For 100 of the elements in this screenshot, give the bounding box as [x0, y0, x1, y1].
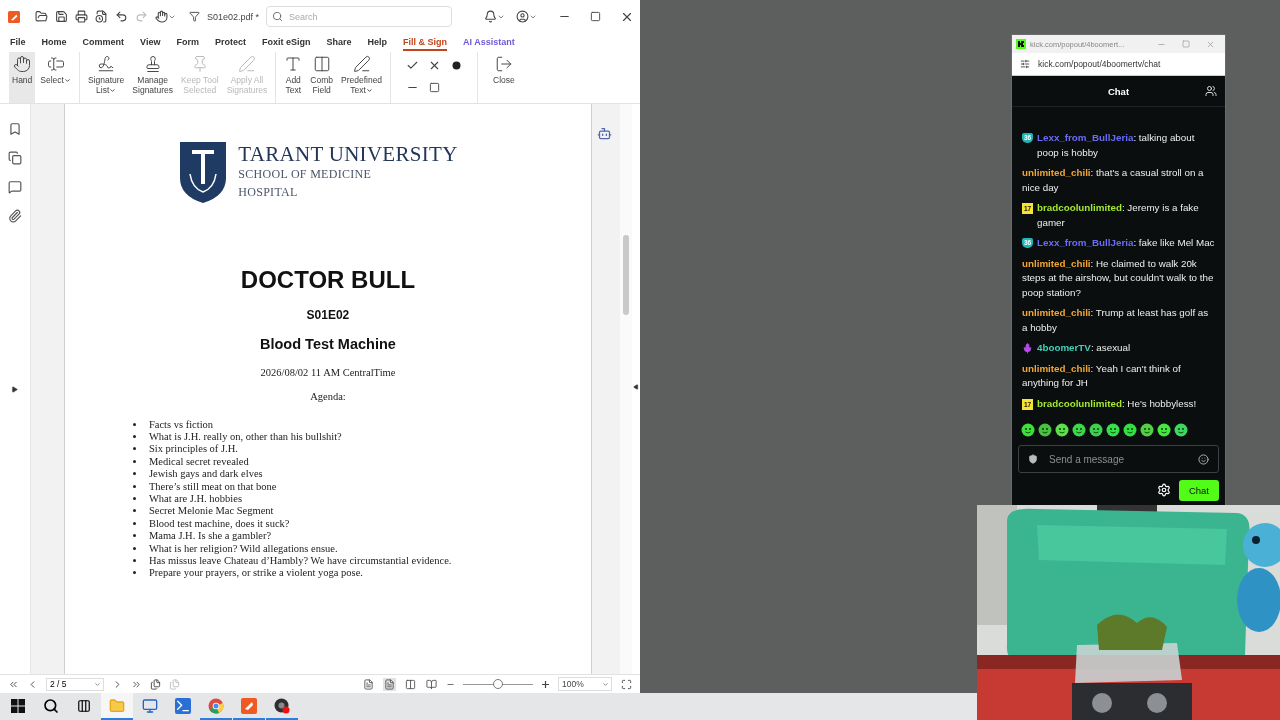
caret-icon: [365, 87, 373, 95]
emoji-icon[interactable]: [1198, 453, 1209, 465]
continuous-view-button[interactable]: [383, 677, 396, 691]
agenda-item: Jewish gays and dark elves: [148, 468, 263, 480]
menu-tab[interactable]: Home: [41, 34, 67, 51]
ribbon-tool-button[interactable]: Comb Field: [307, 52, 336, 103]
expand-handle-icon[interactable]: [11, 386, 19, 393]
pages-icon[interactable]: [7, 151, 22, 165]
browser-icon: [208, 697, 224, 714]
hand-icon[interactable]: [155, 10, 168, 23]
chat-message: bradcoolunlimited: Jeremy is a fake gamer: [1037, 201, 1200, 230]
zoom-field[interactable]: 100%: [558, 677, 612, 691]
document-title: DOCTOR BULL: [240, 266, 416, 294]
bullet: [132, 521, 136, 525]
emote-icon[interactable]: [1157, 423, 1171, 437]
menu-tab[interactable]: Foxit eSign: [261, 34, 311, 51]
site-settings-icon[interactable]: [1020, 59, 1030, 69]
menu-tab[interactable]: Fill & Sign: [402, 34, 447, 51]
menu-tab[interactable]: Form: [176, 34, 199, 51]
emote-icon[interactable]: [1123, 423, 1137, 437]
chat-message: unlimited_chili: that's a casual stroll on a nice day: [1022, 166, 1205, 195]
ribbon-tool-button[interactable]: Add Text: [281, 52, 306, 103]
collapse-handle-icon[interactable]: [633, 384, 639, 390]
dot-tool[interactable]: [451, 60, 461, 70]
pages-icon[interactable]: [150, 678, 161, 690]
ribbon-tool-button[interactable]: Select: [37, 52, 74, 103]
chat-send-button[interactable]: Chat: [1178, 479, 1219, 501]
zoom-in-button[interactable]: [541, 679, 550, 689]
menu-tab[interactable]: File: [10, 34, 26, 51]
site-logo: [1016, 39, 1026, 49]
bullet: [132, 459, 136, 463]
menu-tab[interactable]: View: [140, 34, 161, 51]
agenda-item: Six principles of J.H.: [148, 443, 238, 455]
shield-icon[interactable]: [1028, 454, 1038, 464]
page-number-field[interactable]: 2 / 5: [46, 677, 104, 691]
settings-icon[interactable]: [1156, 483, 1171, 497]
ribbon-tool-button[interactable]: Close: [490, 52, 518, 103]
menu-tab[interactable]: Protect: [214, 34, 246, 51]
emote-icon[interactable]: [1021, 423, 1035, 437]
monitor-icon: [142, 697, 158, 714]
fullscreen-button[interactable]: [621, 678, 632, 690]
exit-icon: [494, 55, 513, 73]
users-icon[interactable]: [1205, 85, 1217, 97]
ribbon-tool-button[interactable]: Signature List: [84, 52, 128, 103]
search-field[interactable]: Search: [266, 6, 453, 27]
pen-icon: [237, 55, 256, 73]
message-input[interactable]: Send a message: [1018, 445, 1219, 473]
emote-icon[interactable]: [1140, 423, 1154, 437]
assistant-icon[interactable]: [597, 126, 613, 141]
bookmark-icon[interactable]: [7, 122, 22, 136]
ribbon-tool-button[interactable]: Predefined Text: [337, 52, 386, 103]
undo-icon[interactable]: [115, 10, 128, 23]
zoom-slider-thumb[interactable]: [493, 679, 503, 689]
chat-message: Lexx_from_BullJeria: talking about poop is hobby: [1037, 131, 1196, 160]
menu-tab[interactable]: Share: [326, 34, 352, 51]
stamp-icon: [143, 55, 162, 73]
emote-icon[interactable]: [1089, 423, 1103, 437]
ai-assistant-tab[interactable]: AI Assistant: [462, 34, 515, 51]
chat-message: unlimited_chili: Yeah I can't think of anything for JH: [1022, 361, 1182, 390]
emote-icon[interactable]: [1106, 423, 1120, 437]
emote-icon[interactable]: [1072, 423, 1086, 437]
bell-icon[interactable]: [484, 10, 497, 23]
scrollbar-thumb[interactable]: [623, 235, 630, 315]
account-icon[interactable]: [516, 10, 529, 23]
emote-icon[interactable]: [1038, 423, 1052, 437]
chat-message: unlimited_chili: Trump at least has golf as a hobby: [1022, 306, 1210, 335]
agenda-item: Medical secret revealed: [148, 455, 249, 467]
agenda-item: There’s still meat on that bone: [148, 480, 277, 492]
emote-icon[interactable]: [1174, 423, 1188, 437]
emote-icon[interactable]: [1055, 423, 1069, 437]
menu-tab[interactable]: Comment: [82, 34, 125, 51]
rectangle-tool[interactable]: [428, 81, 440, 93]
agenda-item: Facts vs fiction: [148, 418, 214, 430]
bullet: [132, 497, 136, 501]
menu-tab[interactable]: Help: [367, 34, 387, 51]
bullet: [132, 435, 136, 439]
chat-message: unlimited_chili: He claimed to walk 20k steps at the airshow, but couldn't walk to the poop station?: [1022, 256, 1215, 300]
document-icon[interactable]: [95, 10, 108, 23]
agenda-item: Prepare your prayers, or strike a violent yoga pose.: [148, 567, 363, 579]
attachment-icon[interactable]: [7, 209, 22, 223]
filter-icon[interactable]: [189, 11, 200, 22]
university-name: TARANT UNIVERSITY: [238, 143, 458, 165]
chat-message: bradcoolunlimited: He's hobbyless!: [1037, 396, 1198, 411]
chat-heading: Chat: [1107, 85, 1130, 97]
book-view-button[interactable]: [425, 677, 438, 691]
ribbon-tool-button[interactable]: Manage Signatures: [129, 52, 176, 103]
comment-icon[interactable]: [7, 180, 22, 194]
ribbon-tool-button[interactable]: Hand: [9, 52, 36, 103]
reader-icon: [241, 697, 257, 714]
facing-view-button[interactable]: [404, 677, 417, 691]
print-icon[interactable]: [75, 10, 88, 23]
save-icon[interactable]: [55, 10, 68, 23]
maximize-icon: [590, 11, 601, 22]
maximize-icon: [1182, 40, 1190, 48]
folder-icon[interactable]: [35, 10, 48, 23]
single-page-view-button[interactable]: [362, 677, 375, 691]
caret-icon: [109, 87, 117, 95]
file-name: S01e02.pdf *: [207, 11, 260, 22]
agenda-item: What are J.H. hobbies: [148, 493, 242, 505]
agenda-heading: Agenda:: [310, 391, 346, 402]
